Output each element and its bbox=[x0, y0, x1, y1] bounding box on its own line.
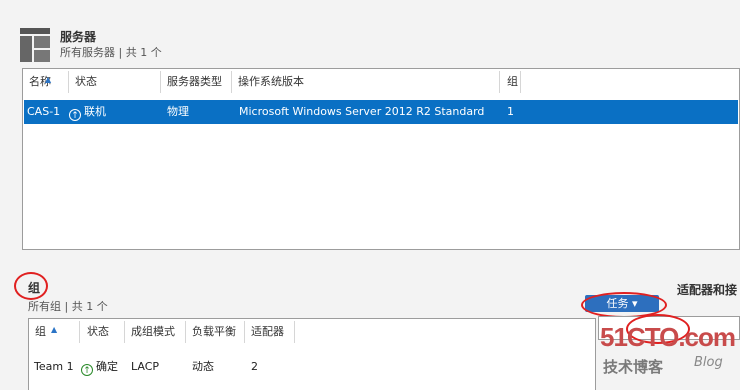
groups-subtitle: 所有组 | 共 1 个 bbox=[28, 300, 108, 313]
watermark-tagline: 技术博客 bbox=[603, 358, 664, 376]
col-header-group[interactable]: ▲ 组 bbox=[35, 319, 57, 345]
groups-table: ▲ 组 状态 成组模式 负载平衡 适配器 Team 1 ↑ 确定 LACP 动态 … bbox=[28, 318, 596, 390]
cell-adapters: 2 bbox=[251, 360, 258, 373]
watermark-blog: Blog bbox=[694, 355, 723, 370]
servers-table: ▲ 名称 状态 服务器类型 操作系统版本 组 CAS-1 ↑ 联机 物理 Micr… bbox=[22, 68, 740, 250]
cell-name: CAS-1 bbox=[27, 105, 61, 118]
cell-group: Team 1 bbox=[34, 360, 74, 373]
servers-title: 服务器 bbox=[60, 30, 97, 44]
table-row[interactable]: CAS-1 ↑ 联机 物理 Microsoft Windows Server 20… bbox=[24, 100, 738, 124]
col-header-adapters[interactable]: 适配器 bbox=[251, 319, 284, 345]
server-icon bbox=[20, 28, 50, 62]
col-header-balance[interactable]: 负载平衡 bbox=[192, 319, 236, 345]
cell-status: ↑ 联机 bbox=[69, 100, 106, 124]
groups-title: 组 bbox=[28, 281, 41, 295]
sort-asc-icon: ▲ bbox=[51, 325, 58, 334]
col-header-os[interactable]: 操作系统版本 bbox=[238, 69, 304, 95]
sort-asc-icon: ▲ bbox=[45, 75, 52, 84]
cell-type: 物理 bbox=[167, 105, 189, 118]
cell-mode: LACP bbox=[131, 360, 160, 373]
cell-balance: 动态 bbox=[192, 360, 214, 373]
watermark-logo: 51CTO.com bbox=[600, 322, 736, 352]
online-up-arrow-icon: ↑ bbox=[69, 109, 81, 121]
servers-subtitle: 所有服务器 | 共 1 个 bbox=[60, 46, 162, 59]
cell-os: Microsoft Windows Server 2012 R2 Standar… bbox=[239, 105, 485, 118]
cell-status: ↑ 确定 bbox=[81, 355, 118, 379]
ok-up-arrow-icon: ↑ bbox=[81, 364, 93, 376]
col-header-status[interactable]: 状态 bbox=[87, 319, 109, 345]
col-header-name[interactable]: ▲ 名称 bbox=[29, 69, 51, 95]
col-header-group[interactable]: 组 bbox=[507, 69, 518, 95]
table-row[interactable]: Team 1 ↑ 确定 LACP 动态 2 bbox=[29, 355, 595, 379]
adapters-title: 适配器和接 bbox=[677, 283, 738, 297]
col-header-status[interactable]: 状态 bbox=[75, 69, 97, 95]
col-header-type[interactable]: 服务器类型 bbox=[167, 69, 222, 95]
col-header-mode[interactable]: 成组模式 bbox=[131, 319, 175, 345]
cell-group: 1 bbox=[507, 105, 514, 118]
